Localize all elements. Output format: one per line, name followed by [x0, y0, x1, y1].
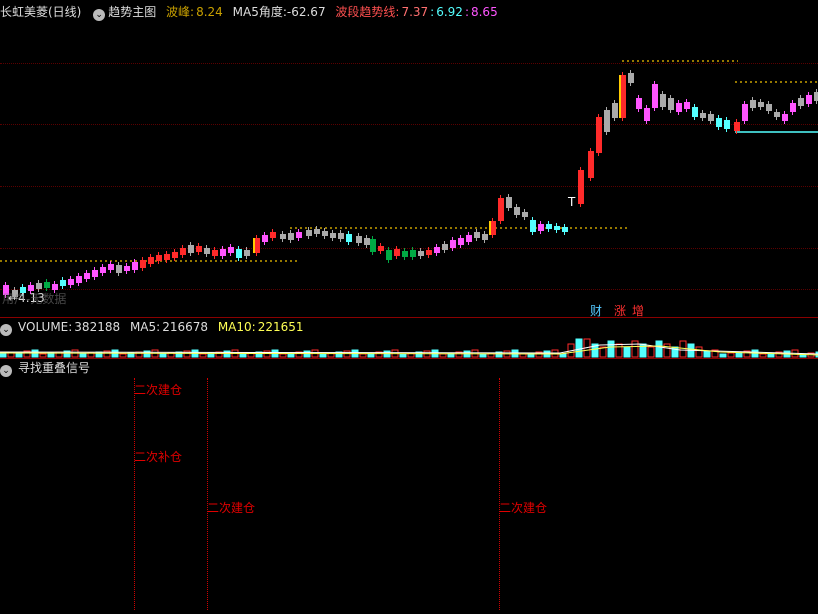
volume-bar [39, 353, 47, 358]
signal-header: ⌄ 寻找重叠信号 [0, 359, 96, 377]
volume-bar [479, 353, 487, 358]
signal-line [499, 378, 500, 610]
signal-label: 二次建仓 [499, 501, 548, 515]
volume-bar [655, 340, 663, 358]
chevron-down-icon[interactable]: ⌄ [0, 365, 12, 377]
volume-bar [319, 353, 327, 358]
signal-line [207, 378, 208, 610]
volume-bar [575, 338, 583, 358]
volume-bar [223, 350, 231, 358]
volume-bar [759, 353, 767, 358]
signal-label: 二次补仓 [134, 450, 183, 464]
volume-bar [703, 350, 711, 358]
volume-bar [727, 352, 735, 358]
volume-bar [607, 340, 615, 358]
volume-bar [279, 353, 287, 358]
volume-bar [519, 353, 527, 358]
volume-bar [647, 346, 655, 358]
volume-bar [0, 353, 7, 358]
volume-bar [399, 353, 407, 358]
volume-bar [199, 353, 207, 358]
volume-bar [263, 350, 271, 358]
volume-bar [119, 353, 127, 358]
volume-bar [719, 353, 727, 358]
volume-bar [159, 353, 167, 358]
volume-ma5-line [0, 343, 818, 355]
signal-label: 二次建仓 [207, 501, 256, 515]
volume-bar [359, 353, 367, 358]
signal-line [134, 378, 135, 610]
volume-bar [623, 346, 631, 358]
volume-bar [7, 352, 15, 358]
panel-divider [0, 358, 818, 359]
volume-bar [559, 353, 567, 358]
volume-bar [631, 340, 639, 358]
volume-bar [239, 353, 247, 358]
volume-bar [663, 343, 671, 358]
volume-bar [79, 353, 87, 358]
volume-bar [439, 353, 447, 358]
volume-bar [47, 352, 55, 358]
volume-bar [615, 343, 623, 358]
signal-label: 二次建仓 [134, 383, 183, 397]
volume-bar [695, 346, 703, 358]
signal-title[interactable]: 寻找重叠信号 [18, 361, 90, 375]
volume-chart[interactable] [0, 0, 818, 614]
